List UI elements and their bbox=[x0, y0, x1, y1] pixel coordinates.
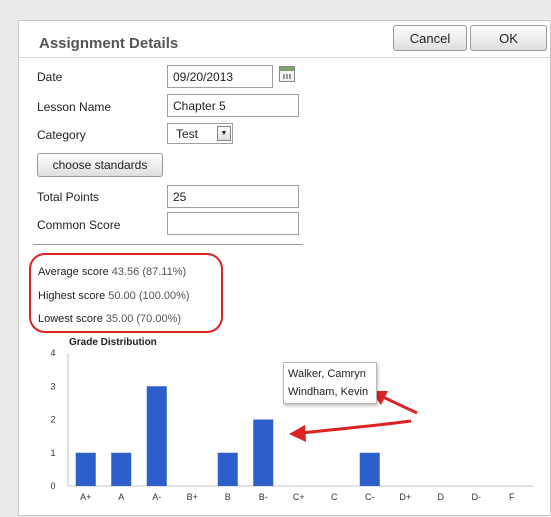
tooltip-line-1: Walker, Camryn bbox=[288, 368, 366, 380]
bar-tooltip: Walker, Camryn Windham, Kevin bbox=[283, 362, 377, 404]
bar-C- bbox=[359, 452, 380, 486]
assignment-details-dialog: Assignment Details Cancel OK Date Lesson… bbox=[18, 20, 551, 516]
bar-A bbox=[111, 452, 132, 486]
bar-A+ bbox=[75, 452, 96, 486]
x-tick-label: A+ bbox=[80, 492, 91, 502]
y-tick-label: 1 bbox=[50, 448, 55, 458]
y-tick-label: 2 bbox=[50, 415, 55, 425]
x-tick-label: A bbox=[118, 492, 124, 502]
annotation-arrow-to-bar bbox=[300, 419, 412, 435]
bar-A- bbox=[146, 386, 167, 486]
bar-B bbox=[217, 452, 238, 486]
x-tick-label: F bbox=[509, 492, 515, 502]
x-tick-label: B- bbox=[259, 492, 268, 502]
y-tick-label: 0 bbox=[50, 481, 55, 491]
y-tick-label: 4 bbox=[50, 348, 55, 358]
tooltip-line-2: Windham, Kevin bbox=[288, 386, 369, 398]
grade-distribution-chart: 0 1 2 3 4 A+ A A- B+ B B- C+ C C- D+ D D- F bbox=[50, 348, 534, 502]
x-tick-label: D- bbox=[472, 492, 482, 502]
x-tick-label: B bbox=[225, 492, 231, 502]
x-tick-label: C+ bbox=[293, 492, 305, 502]
annotation-arrow-to-tooltip bbox=[380, 394, 418, 415]
y-tick-label: 3 bbox=[50, 381, 55, 391]
x-tick-label: A- bbox=[152, 492, 161, 502]
x-tick-label: D+ bbox=[399, 492, 411, 502]
x-tick-label: C- bbox=[365, 492, 375, 502]
x-tick-label: D bbox=[438, 492, 445, 502]
x-tick-label: B+ bbox=[187, 492, 198, 502]
bar-B- bbox=[253, 419, 274, 486]
x-tick-label: C bbox=[331, 492, 338, 502]
annotation-arrowhead-bar bbox=[289, 425, 306, 442]
